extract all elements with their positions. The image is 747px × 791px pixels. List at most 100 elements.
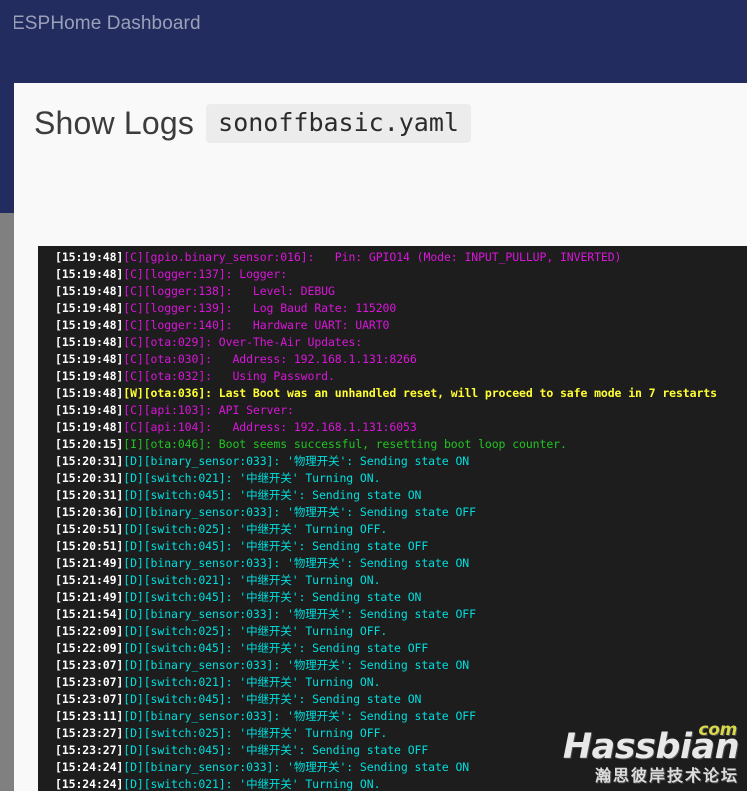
log-level-tag: [D] <box>123 590 144 604</box>
log-timestamp: [15:19:48] <box>55 335 124 349</box>
app-header: ESPHome Dashboard <box>0 0 747 83</box>
log-level-tag: [D] <box>123 760 144 774</box>
page-title: Show Logs <box>34 105 195 141</box>
log-timestamp: [15:20:31] <box>55 471 124 485</box>
page-scrollbar[interactable] <box>0 0 14 791</box>
log-level-tag: [C] <box>123 267 144 281</box>
app-title: ESPHome Dashboard <box>12 13 201 34</box>
log-line: [15:21:49][D][switch:021]: '中继开关' Turnin… <box>38 572 747 589</box>
log-level-tag: [I] <box>123 437 144 451</box>
log-timestamp: [15:22:09] <box>55 624 124 638</box>
log-line: [15:19:48][C][logger:137]: Logger: <box>38 266 747 283</box>
log-line: [15:21:49][D][binary_sensor:033]: '物理开关'… <box>38 555 747 572</box>
log-level-tag: [C] <box>123 284 144 298</box>
log-line: [15:19:48][C][logger:138]: Level: DEBUG <box>38 283 747 300</box>
log-level-tag: [C] <box>123 318 144 332</box>
log-level-tag: [D] <box>123 641 144 655</box>
log-level-tag: [W] <box>123 386 144 400</box>
log-level-tag: [C] <box>123 352 144 366</box>
log-timestamp: [15:19:48] <box>55 352 124 366</box>
log-timestamp: [15:22:09] <box>55 641 124 655</box>
log-timestamp: [15:19:48] <box>55 403 124 417</box>
log-line: [15:21:49][D][switch:045]: '中继开关': Sendi… <box>38 589 747 606</box>
log-timestamp: [15:19:48] <box>55 386 124 400</box>
log-timestamp: [15:24:24] <box>55 777 124 791</box>
log-timestamp: [15:20:51] <box>55 522 124 536</box>
log-timestamp: [15:20:51] <box>55 539 124 553</box>
log-message: [binary_sensor:033]: '物理开关': Sending sta… <box>143 505 476 519</box>
log-line: [15:19:48][C][api:103]: API Server: <box>38 402 747 419</box>
log-message: [logger:137]: Logger: <box>143 267 288 281</box>
log-message: [switch:045]: '中继开关': Sending state OFF <box>143 743 429 757</box>
log-level-tag: [C] <box>123 369 144 383</box>
log-timestamp: [15:23:27] <box>55 743 124 757</box>
log-message: [ota:030]: Address: 192.168.1.131:8266 <box>143 352 417 366</box>
log-level-tag: [D] <box>123 522 144 536</box>
log-level-tag: [D] <box>123 743 144 757</box>
log-output-console[interactable]: [15:19:48][C][gpio.binary_sensor:016]: P… <box>38 246 747 791</box>
log-level-tag: [D] <box>123 675 144 689</box>
log-level-tag: [C] <box>123 403 144 417</box>
log-message: [api:104]: Address: 192.168.1.131:6053 <box>143 420 417 434</box>
log-level-tag: [D] <box>123 658 144 672</box>
log-message: [api:103]: API Server: <box>143 403 294 417</box>
log-line: [15:23:07][D][switch:021]: '中继开关' Turnin… <box>38 674 747 691</box>
log-line: [15:19:48][C][logger:139]: Log Baud Rate… <box>38 300 747 317</box>
log-level-tag: [D] <box>123 454 144 468</box>
log-message: [switch:021]: '中继开关' Turning ON. <box>143 471 381 485</box>
log-message: [gpio.binary_sensor:016]: Pin: GPIO14 (M… <box>143 250 622 264</box>
log-message: [logger:139]: Log Baud Rate: 115200 <box>143 301 397 315</box>
log-line: [15:20:15][I][ota:046]: Boot seems succe… <box>38 436 747 453</box>
log-level-tag: [D] <box>123 573 144 587</box>
log-message: [binary_sensor:033]: '物理开关': Sending sta… <box>143 454 470 468</box>
log-message: [ota:036]: Last Boot was an unhandled re… <box>143 386 717 400</box>
log-level-tag: [D] <box>123 692 144 706</box>
log-line: [15:22:09][D][switch:045]: '中继开关': Sendi… <box>38 640 747 657</box>
log-level-tag: [D] <box>123 539 144 553</box>
log-message: [binary_sensor:033]: '物理开关': Sending sta… <box>143 760 470 774</box>
log-timestamp: [15:20:15] <box>55 437 124 451</box>
log-line: [15:23:27][D][switch:025]: '中继开关' Turnin… <box>38 725 747 742</box>
log-level-tag: [D] <box>123 624 144 638</box>
page-scrollbar-thumb[interactable] <box>0 0 14 213</box>
log-message: [switch:045]: '中继开关': Sending state OFF <box>143 641 429 655</box>
log-line: [15:23:07][D][switch:045]: '中继开关': Sendi… <box>38 691 747 708</box>
log-line: [15:20:31][D][switch:021]: '中继开关' Turnin… <box>38 470 747 487</box>
log-message: [switch:021]: '中继开关' Turning ON. <box>143 675 381 689</box>
log-message: [switch:045]: '中继开关': Sending state ON <box>143 692 422 706</box>
log-line: [15:22:09][D][switch:025]: '中继开关' Turnin… <box>38 623 747 640</box>
log-timestamp: [15:24:24] <box>55 760 124 774</box>
log-timestamp: [15:21:49] <box>55 556 124 570</box>
log-message: [binary_sensor:033]: '物理开关': Sending sta… <box>143 658 470 672</box>
log-timestamp: [15:23:07] <box>55 675 124 689</box>
log-line: [15:23:27][D][switch:045]: '中继开关': Sendi… <box>38 742 747 759</box>
log-timestamp: [15:23:11] <box>55 709 124 723</box>
log-level-tag: [D] <box>123 777 144 791</box>
log-line: [15:20:31][D][switch:045]: '中继开关': Sendi… <box>38 487 747 504</box>
log-message: [switch:021]: '中继开关' Turning ON. <box>143 777 381 791</box>
log-message: [switch:025]: '中继开关' Turning OFF. <box>143 726 388 740</box>
log-message: [switch:025]: '中继开关' Turning OFF. <box>143 522 388 536</box>
log-level-tag: [D] <box>123 726 144 740</box>
log-level-tag: [C] <box>123 335 144 349</box>
log-level-tag: [D] <box>123 488 144 502</box>
log-message: [switch:045]: '中继开关': Sending state ON <box>143 488 422 502</box>
log-timestamp: [15:19:48] <box>55 318 124 332</box>
log-message: [switch:021]: '中继开关' Turning ON. <box>143 573 381 587</box>
log-timestamp: [15:23:07] <box>55 658 124 672</box>
log-timestamp: [15:19:48] <box>55 369 124 383</box>
log-line: [15:19:48][C][ota:029]: Over-The-Air Upd… <box>38 334 747 351</box>
log-line: [15:20:51][D][switch:045]: '中继开关': Sendi… <box>38 538 747 555</box>
content-card: Show Logs sonoffbasic.yaml [15:19:48][C]… <box>14 83 747 791</box>
log-message: [ota:046]: Boot seems successful, resett… <box>143 437 567 451</box>
log-level-tag: [D] <box>123 709 144 723</box>
log-line: [15:20:51][D][switch:025]: '中继开关' Turnin… <box>38 521 747 538</box>
log-timestamp: [15:19:48] <box>55 284 124 298</box>
log-message: [switch:045]: '中继开关': Sending state OFF <box>143 539 429 553</box>
log-line: [15:19:48][C][ota:032]: Using Password. <box>38 368 747 385</box>
log-level-tag: [D] <box>123 471 144 485</box>
log-timestamp: [15:23:27] <box>55 726 124 740</box>
log-line: [15:19:48][W][ota:036]: Last Boot was an… <box>38 385 747 402</box>
log-timestamp: [15:21:49] <box>55 573 124 587</box>
log-message: [logger:138]: Level: DEBUG <box>143 284 335 298</box>
